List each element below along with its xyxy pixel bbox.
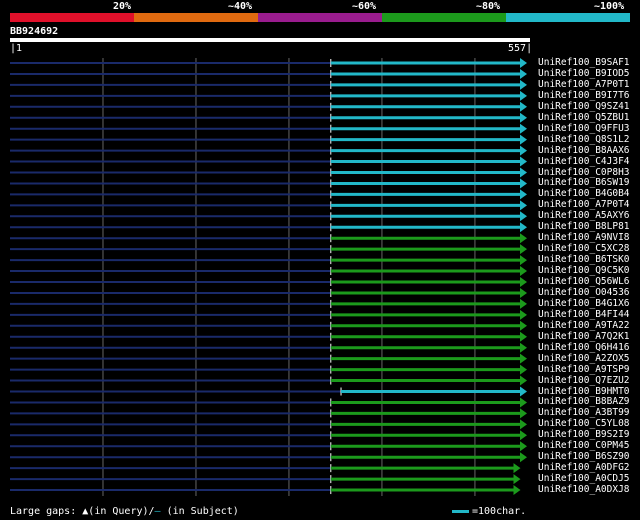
- hit-subject-id[interactable]: UniRef100_B6SW19: [538, 177, 630, 188]
- hit-end-arrow-icon: [520, 266, 527, 277]
- query-gap-text: (in Query)/: [88, 506, 155, 517]
- hit-end-arrow-icon: [513, 485, 521, 496]
- hit-subject-id[interactable]: UniRef100_B9IOD5: [538, 68, 630, 79]
- hit-end-arrow-icon: [520, 452, 527, 463]
- hit-end-arrow-icon: [520, 90, 527, 101]
- hit-subject-id[interactable]: UniRef100_B9SAF1: [538, 57, 630, 68]
- hit-subject-id[interactable]: UniRef100_A9TSP9: [538, 364, 630, 375]
- hit-end-arrow-icon: [520, 441, 527, 452]
- scale-bar-icon: [452, 510, 469, 513]
- hit-end-arrow-icon: [520, 156, 527, 167]
- hit-end-arrow-icon: [520, 244, 527, 255]
- hit-subject-id[interactable]: UniRef100_Q56WL6: [538, 276, 630, 287]
- hit-subject-id[interactable]: UniRef100_B8LP81: [538, 221, 630, 232]
- hit-end-arrow-icon: [520, 211, 527, 222]
- hit-subject-id[interactable]: UniRef100_C0P8H3: [538, 167, 630, 178]
- hit-subject-id[interactable]: UniRef100_O04536: [538, 287, 630, 298]
- hit-subject-id[interactable]: UniRef100_A0CDJ5: [538, 473, 630, 484]
- hit-end-arrow-icon: [520, 353, 527, 364]
- hit-end-arrow-icon: [520, 320, 527, 331]
- hit-subject-id[interactable]: UniRef100_C5YL08: [538, 418, 630, 429]
- hit-subject-id[interactable]: UniRef100_B9HMT0: [538, 386, 630, 397]
- hit-end-arrow-icon: [520, 79, 527, 90]
- hit-subject-id[interactable]: UniRef100_C5XC28: [538, 243, 630, 254]
- hit-subject-id[interactable]: UniRef100_Q9C5K0: [538, 265, 630, 276]
- hit-end-arrow-icon: [520, 364, 527, 375]
- hit-end-arrow-icon: [520, 189, 527, 200]
- hit-end-arrow-icon: [520, 123, 527, 134]
- hit-subject-id[interactable]: UniRef100_B8AAX6: [538, 145, 630, 156]
- hit-end-arrow-icon: [520, 255, 527, 266]
- hit-subject-id[interactable]: UniRef100_A7P0T4: [538, 199, 630, 210]
- hit-subject-id[interactable]: UniRef100_A9TA22: [538, 320, 630, 331]
- hit-subject-id[interactable]: UniRef100_B4G0B4: [538, 188, 630, 199]
- scale-legend: =100char.: [452, 506, 526, 517]
- hit-end-arrow-icon: [520, 233, 527, 244]
- hit-end-arrow-icon: [513, 474, 521, 485]
- hit-subject-id[interactable]: UniRef100_Q9SZ41: [538, 101, 630, 112]
- hit-end-arrow-icon: [520, 287, 527, 298]
- large-gaps-label: Large gaps:: [10, 506, 77, 517]
- subject-gap-text: (in Subject): [160, 506, 239, 517]
- hit-subject-id[interactable]: UniRef100_B6TSK0: [538, 254, 630, 265]
- hit-subject-id[interactable]: UniRef100_Q5ZBU1: [538, 112, 630, 123]
- hit-end-arrow-icon: [520, 397, 527, 408]
- hit-subject-id[interactable]: UniRef100_Q8S1L2: [538, 134, 630, 145]
- hit-subject-id[interactable]: UniRef100_Q6H416: [538, 342, 630, 353]
- hit-end-arrow-icon: [513, 463, 521, 474]
- hit-subject-id[interactable]: UniRef100_A3BT99: [538, 407, 630, 418]
- hit-subject-id[interactable]: UniRef100_A7P0T1: [538, 79, 630, 90]
- hit-subject-id[interactable]: UniRef100_Q7EZU2: [538, 375, 630, 386]
- hit-end-arrow-icon: [520, 222, 527, 233]
- hit-end-arrow-icon: [520, 408, 527, 419]
- hit-end-arrow-icon: [520, 419, 527, 430]
- large-gaps-legend: Large gaps: ▲(in Query)/– (in Subject): [10, 506, 239, 517]
- hit-end-arrow-icon: [520, 375, 527, 386]
- hit-subject-id[interactable]: UniRef100_B8BAZ9: [538, 396, 630, 407]
- hit-subject-id[interactable]: UniRef100_A7Q2K1: [538, 331, 630, 342]
- hit-end-arrow-icon: [520, 145, 527, 156]
- hit-subject-id[interactable]: UniRef100_A5AXY6: [538, 210, 630, 221]
- hit-end-arrow-icon: [520, 277, 527, 287]
- hit-end-arrow-icon: [520, 298, 527, 309]
- hit-end-arrow-icon: [520, 331, 527, 342]
- hit-subject-id[interactable]: UniRef100_B9I7T6: [538, 90, 630, 101]
- hit-end-arrow-icon: [520, 112, 527, 123]
- hit-subject-id[interactable]: UniRef100_C0PM45: [538, 440, 630, 451]
- hit-end-arrow-icon: [520, 68, 527, 79]
- hit-subject-id[interactable]: UniRef100_A0DXJ8: [538, 484, 630, 495]
- hit-subject-id[interactable]: UniRef100_C4J3F4: [538, 156, 630, 167]
- hit-end-arrow-icon: [520, 309, 527, 320]
- hit-subject-id[interactable]: UniRef100_B4G1X6: [538, 298, 630, 309]
- hit-subject-id[interactable]: UniRef100_A9NVI8: [538, 232, 630, 243]
- hit-end-arrow-icon: [520, 200, 527, 211]
- hit-end-arrow-icon: [520, 386, 527, 397]
- hit-subject-id[interactable]: UniRef100_Q9FFU3: [538, 123, 630, 134]
- hit-end-arrow-icon: [520, 101, 527, 112]
- scale-text: =100char.: [472, 506, 527, 517]
- hit-subject-id[interactable]: UniRef100_A2ZOX5: [538, 353, 630, 364]
- hit-subject-id[interactable]: UniRef100_B4FI44: [538, 309, 630, 320]
- hit-end-arrow-icon: [520, 430, 527, 441]
- hit-end-arrow-icon: [520, 58, 527, 68]
- hit-end-arrow-icon: [520, 134, 527, 145]
- hit-end-arrow-icon: [520, 342, 527, 353]
- hit-subject-id[interactable]: UniRef100_B6SZ90: [538, 451, 630, 462]
- hit-subject-id[interactable]: UniRef100_A0DFG2: [538, 462, 630, 473]
- hit-end-arrow-icon: [520, 167, 527, 178]
- hit-end-arrow-icon: [520, 178, 527, 189]
- hit-subject-id[interactable]: UniRef100_B9S2I9: [538, 429, 630, 440]
